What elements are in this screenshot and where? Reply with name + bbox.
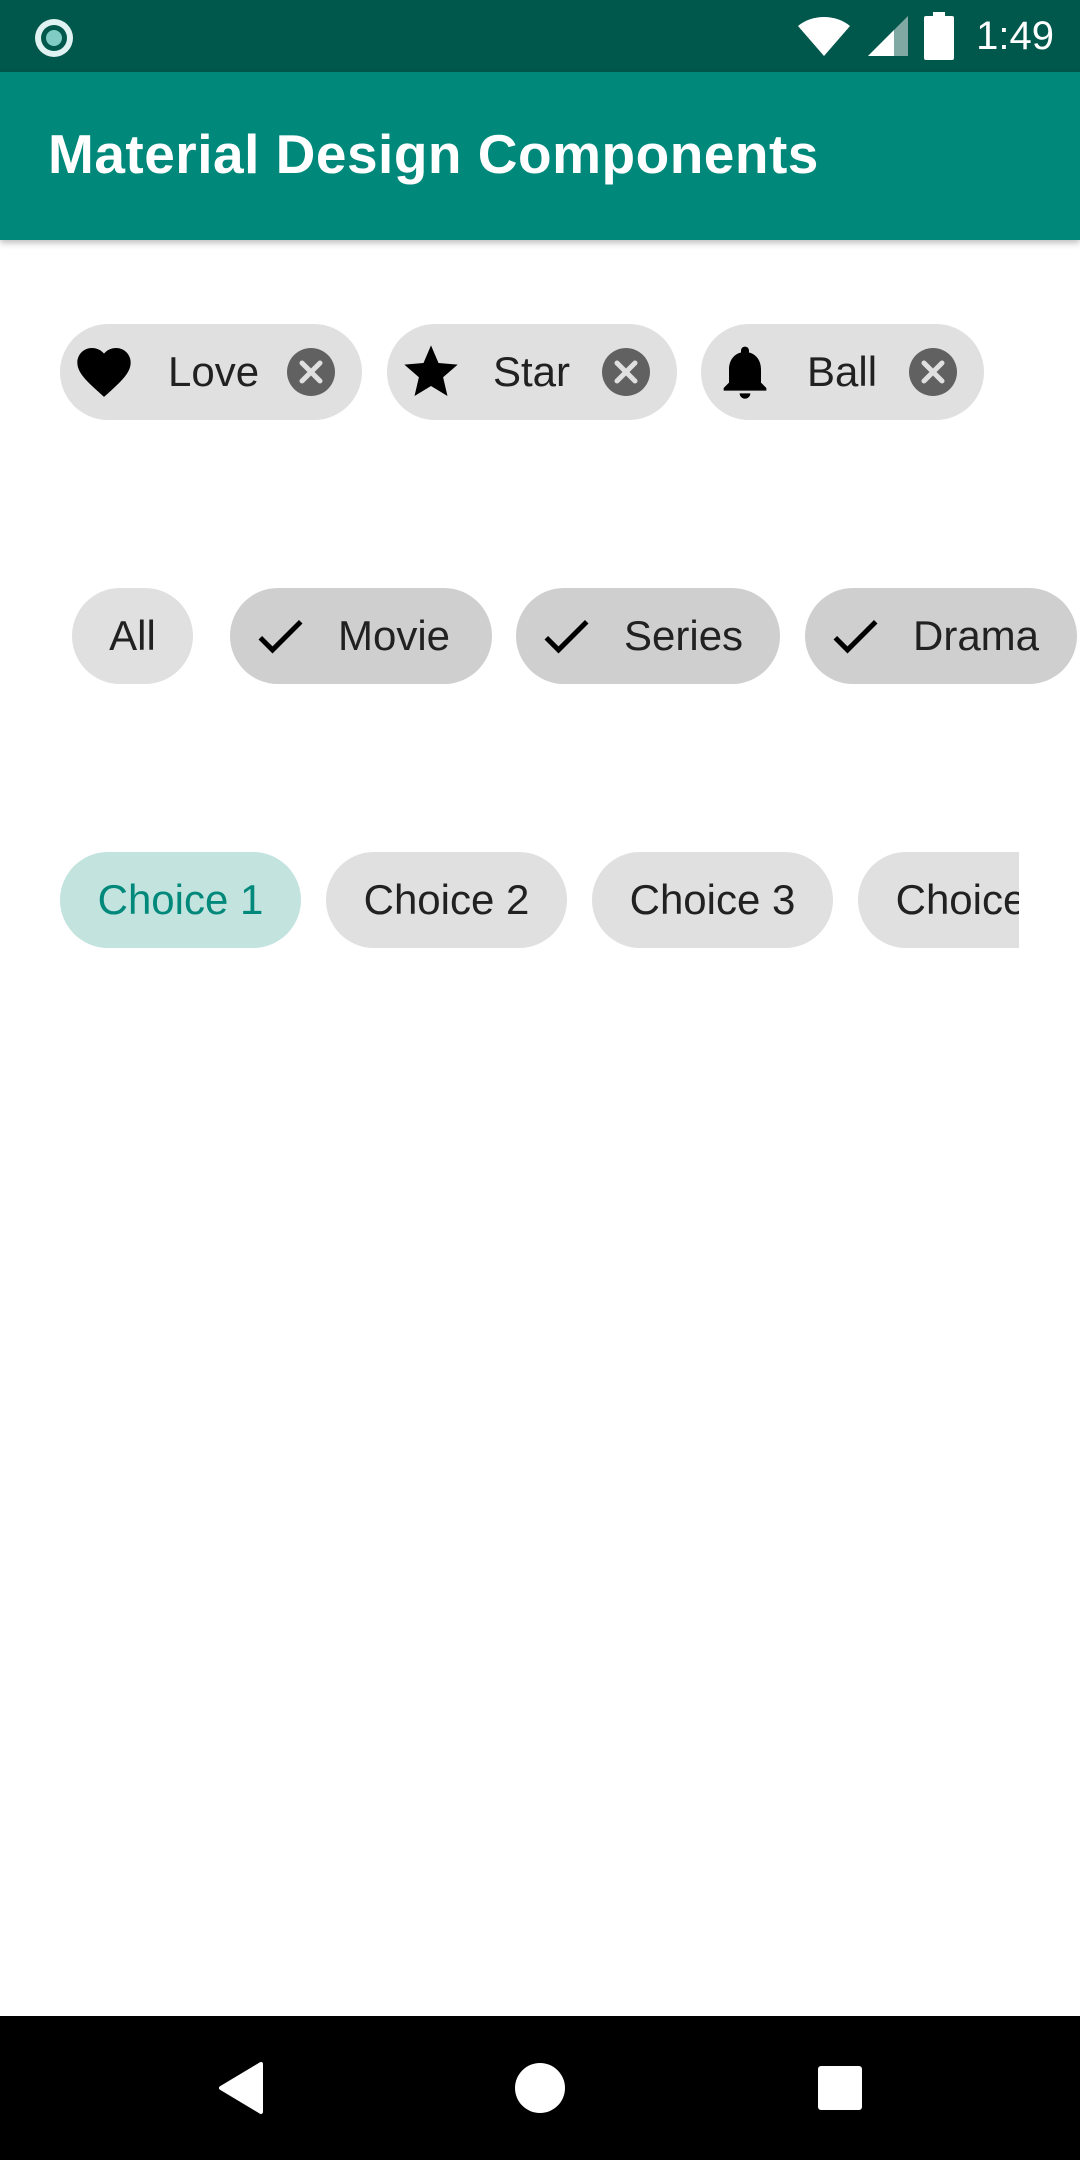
chip-label: Choice 3 [629,876,796,923]
chip-label: All [109,612,156,659]
choice-chip-group: Choice 1 Choice 2 Choice 3 Choice 4 [0,852,1080,948]
choice-chip-scroll[interactable]: Choice 1 Choice 2 Choice 3 Choice 4 [0,852,1019,948]
chip-all[interactable]: All [72,588,193,684]
close-chip-icon[interactable] [286,347,336,397]
chip-ball[interactable]: Ball [701,324,984,420]
chip-label: Movie [338,612,451,659]
status-time: 1:49 [976,13,1054,58]
chip-label: Choice 4 [895,876,1019,923]
chip-movie[interactable]: Movie [230,588,492,684]
chip-label: Ball [807,348,878,395]
home-circle-icon [515,2063,565,2113]
status-bar: 1:49 [0,0,1080,72]
chip-label: Love [168,348,260,395]
back-triangle-icon [219,2062,263,2114]
chip-label: Drama [913,612,1040,659]
chip-choice-1[interactable]: Choice 1 [60,852,301,948]
chip-choice-4[interactable]: Choice 4 [858,852,1019,948]
chip-star[interactable]: Star [387,324,677,420]
chip-label: Choice 2 [363,876,530,923]
entry-chip-group: Love Star Ball [0,324,1080,420]
chip-label: Series [624,612,744,659]
chip-label: Choice 1 [97,876,264,923]
app-bar: Material Design Components [0,72,1080,240]
heart-icon [72,340,136,404]
check-icon [833,619,878,654]
chip-choice-2[interactable]: Choice 2 [326,852,567,948]
chip-drama[interactable]: Drama [805,588,1077,684]
star-icon [399,340,463,404]
close-chip-icon[interactable] [908,347,958,397]
app-bar-title: Material Design Components [48,123,819,185]
check-icon [258,619,303,654]
recents-square-icon [818,2066,862,2110]
wifi-icon [798,17,851,56]
recents-button[interactable] [780,2016,900,2160]
bell-icon [713,340,777,404]
chip-love[interactable]: Love [60,324,362,420]
chip-choice-3[interactable]: Choice 3 [592,852,833,948]
recording-indicator-icon [35,19,73,57]
battery-icon [924,12,955,60]
filter-chip-group: All Movie Series Drama [0,588,1080,684]
check-icon [544,619,589,654]
back-button[interactable] [180,2016,300,2160]
chip-label: Star [493,348,571,395]
chip-series[interactable]: Series [516,588,780,684]
navigation-bar [0,2016,1080,2160]
cellular-signal-icon [868,16,909,56]
close-chip-icon[interactable] [601,347,651,397]
home-button[interactable] [480,2016,600,2160]
